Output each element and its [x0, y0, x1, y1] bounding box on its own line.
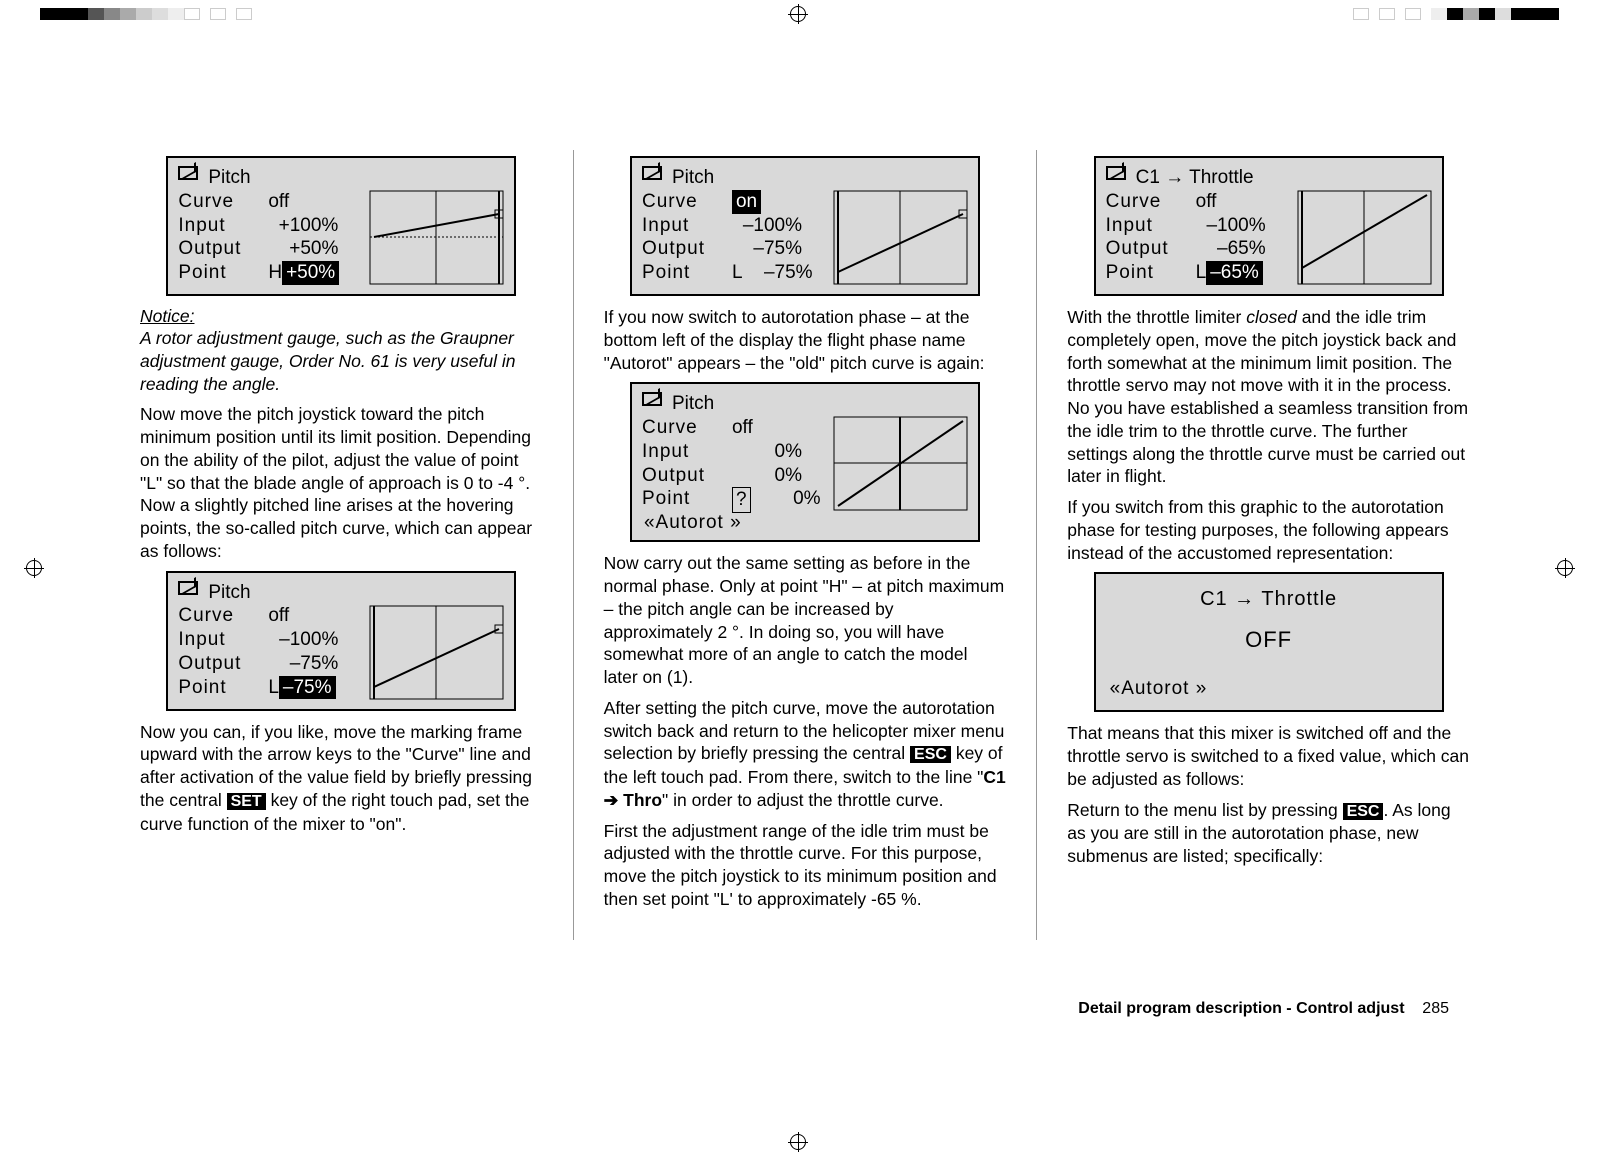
lcd-pitch-autorot: Pitch Curveoff Input0% Output0% Point?0%…: [630, 382, 980, 542]
col1-p1: Now move the pitch joystick toward the p…: [140, 403, 543, 562]
lcd-graph: [369, 605, 504, 700]
lcd-pitch-l: Pitch Curveoff Input–100% Output–75% Poi…: [166, 571, 516, 711]
lcd-graph: [833, 416, 968, 511]
col2-p3: After setting the pitch curve, move the …: [604, 697, 1007, 812]
lcd-c1-throttle: C1 → Throttle Curveoff Input–100% Output…: [1094, 156, 1444, 296]
curve-icon: [642, 166, 662, 180]
col3-p3: That means that this mixer is switched o…: [1067, 722, 1470, 790]
col3-p4: Return to the menu list by pressing ESC.…: [1067, 799, 1470, 868]
column-separator: [573, 150, 574, 940]
lcd-graph: [369, 190, 504, 285]
curve-icon: [642, 392, 662, 406]
lcd-pitch-h: Pitch Curveoff Input+100% Output+50% Poi…: [166, 156, 516, 296]
set-key: SET: [227, 793, 266, 810]
col3-p2: If you switch from this graphic to the a…: [1067, 496, 1470, 564]
col2-p2: Now carry out the same setting as before…: [604, 552, 1007, 689]
lcd-title: Pitch: [208, 166, 250, 190]
col1-p2: Now you can, if you like, move the marki…: [140, 721, 543, 836]
page-number: 285: [1422, 1000, 1449, 1017]
registration-bar-right: [1353, 8, 1559, 20]
lcd-pitch-on: Pitch Curveon Input–100% Output–75% Poin…: [630, 156, 980, 296]
phase-label: «Autorot »: [1110, 678, 1208, 700]
phase-label: «Autorot »: [644, 512, 742, 534]
lcd-graph: [833, 190, 968, 285]
column-2: Pitch Curveon Input–100% Output–75% Poin…: [604, 150, 1007, 940]
crosshair-left-icon: [26, 560, 42, 576]
crosshair-top-icon: [790, 6, 806, 22]
col3-p1: With the throttle limiter closed and the…: [1067, 306, 1470, 488]
registration-bar-left: [40, 8, 252, 20]
lcd-off-title: C1 → Throttle: [1096, 574, 1442, 611]
col2-p1: If you now switch to autorotation phase …: [604, 306, 1007, 374]
curve-icon: [1106, 166, 1126, 180]
column-1: Pitch Curveoff Input+100% Output+50% Poi…: [140, 150, 543, 940]
curve-icon: [178, 581, 198, 595]
crosshair-bottom-icon: [790, 1134, 806, 1150]
page-content: Pitch Curveoff Input+100% Output+50% Poi…: [140, 150, 1470, 940]
lcd-off-value: OFF: [1096, 611, 1442, 653]
lcd-graph: [1297, 190, 1432, 285]
col2-p4: First the adjustment range of the idle t…: [604, 820, 1007, 911]
esc-key: ESC: [910, 746, 951, 763]
notice-heading: Notice:: [140, 306, 543, 327]
notice-body: A rotor adjustment gauge, such as the Gr…: [140, 327, 543, 395]
crosshair-right-icon: [1557, 560, 1573, 576]
footer-title: Detail program description - Control adj…: [1078, 1000, 1404, 1017]
curve-icon: [178, 166, 198, 180]
column-separator: [1036, 150, 1037, 940]
column-3: C1 → Throttle Curveoff Input–100% Output…: [1067, 150, 1470, 940]
lcd-throttle-off: C1 → Throttle OFF «Autorot »: [1094, 572, 1444, 712]
page-footer: Detail program description - Control adj…: [1078, 1000, 1449, 1018]
esc-key: ESC: [1343, 803, 1384, 820]
